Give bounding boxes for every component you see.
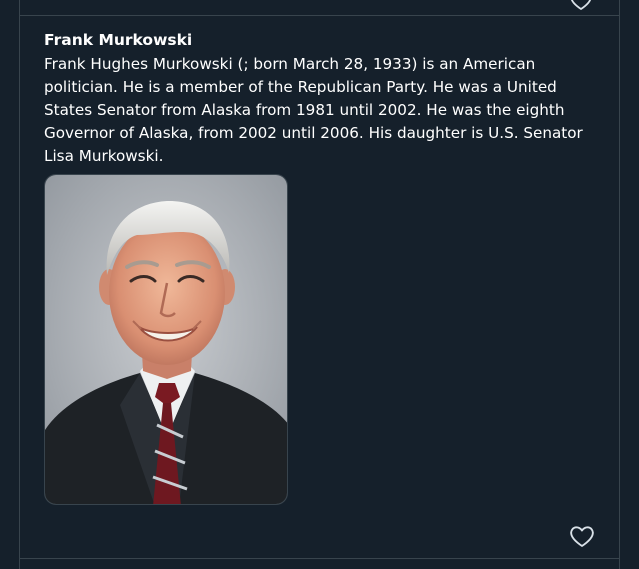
heart-icon[interactable]	[569, 0, 593, 12]
portrait-illustration	[45, 175, 287, 504]
like-button[interactable]	[568, 522, 596, 550]
previous-post-edge	[20, 0, 619, 16]
next-post-edge	[20, 559, 619, 569]
post-body: Frank Hughes Murkowski (; born March 28,…	[44, 55, 583, 165]
heart-icon	[570, 526, 594, 547]
feed: Frank Murkowski Frank Hughes Murkowski (…	[19, 0, 620, 569]
post-image[interactable]	[44, 174, 288, 505]
post-title: Frank Murkowski	[44, 31, 193, 49]
post-card: Frank Murkowski Frank Hughes Murkowski (…	[20, 16, 619, 559]
